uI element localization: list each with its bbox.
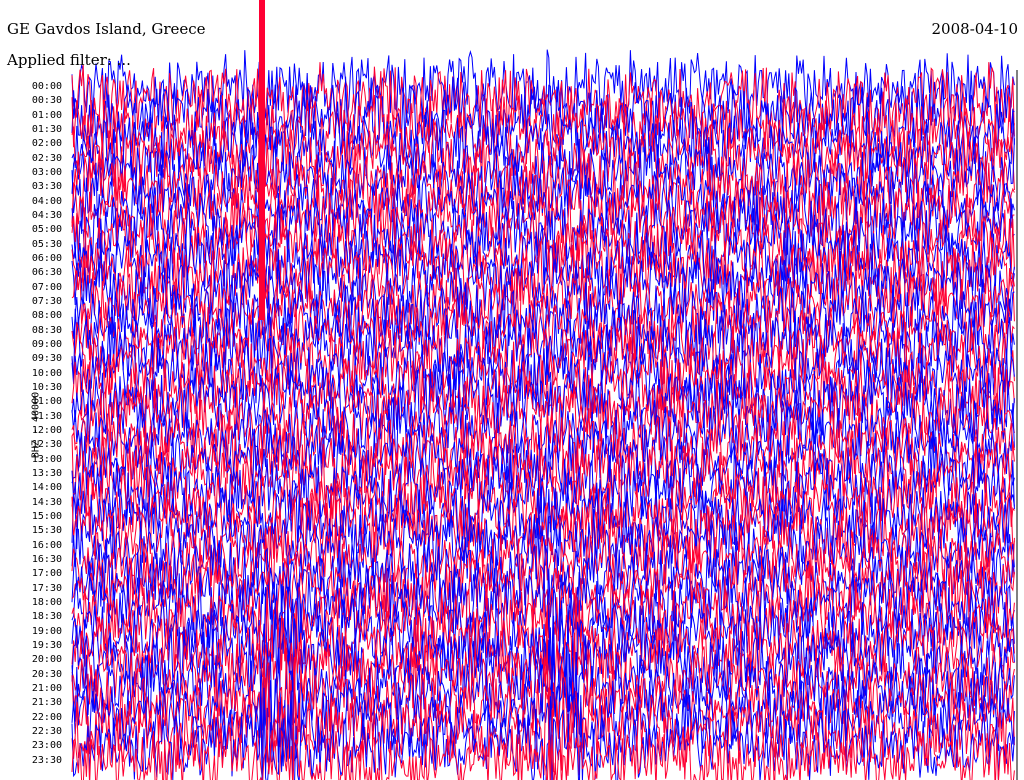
- y-tick-label: 11:00: [31, 396, 62, 408]
- y-tick-label: 22:00: [31, 711, 62, 723]
- y-tick-label: 02:30: [31, 152, 62, 164]
- y-tick-label: 18:00: [31, 596, 62, 608]
- helicorder-plot: [0, 0, 1024, 780]
- y-tick-label: 01:00: [31, 109, 62, 121]
- y-tick-label: 13:30: [31, 467, 62, 479]
- y-tick-label: 05:30: [31, 238, 62, 250]
- y-tick-label: 07:00: [31, 281, 62, 293]
- y-tick-label: 12:00: [31, 424, 62, 436]
- event-spike: [259, 0, 265, 320]
- y-tick-label: 22:30: [31, 725, 62, 737]
- y-tick-labels: 00:00 00:30 01:00 01:30 02:00 02:30 03:00 03:30…: [0, 0, 62, 780]
- y-tick-label: 16:30: [31, 553, 62, 565]
- y-tick-label: 03:30: [31, 181, 62, 193]
- y-tick-label: 02:00: [31, 138, 62, 150]
- y-tick-label: 20:00: [31, 654, 62, 666]
- y-tick-label: 23:30: [31, 754, 62, 766]
- plot-date: 2008-04-10: [931, 20, 1018, 38]
- y-tick-label: 09:00: [31, 338, 62, 350]
- y-tick-label: 07:30: [31, 295, 62, 307]
- y-tick-label: 08:00: [31, 310, 62, 322]
- y-tick-label: 06:30: [31, 267, 62, 279]
- y-tick-label: 01:30: [31, 123, 62, 135]
- y-tick-label: 14:00: [31, 482, 62, 494]
- y-tick-label: 23:00: [31, 740, 62, 752]
- y-tick-label: 15:30: [31, 525, 62, 537]
- y-tick-label: 10:00: [31, 367, 62, 379]
- y-tick-label: 04:00: [31, 195, 62, 207]
- y-tick-label: 16:00: [31, 539, 62, 551]
- y-tick-label: 13:00: [31, 453, 62, 465]
- trace-canvas: [71, 0, 1018, 780]
- y-tick-label: 18:30: [31, 611, 62, 623]
- y-tick-label: 19:30: [31, 639, 62, 651]
- y-tick-label: 15:00: [31, 510, 62, 522]
- y-tick-label: 11:30: [31, 410, 62, 422]
- y-tick-label: 05:00: [31, 224, 62, 236]
- y-tick-label: 06:00: [31, 252, 62, 264]
- y-tick-label: 12:30: [31, 439, 62, 451]
- y-tick-label: 03:00: [31, 166, 62, 178]
- y-tick-label: 08:30: [31, 324, 62, 336]
- y-tick-label: 14:30: [31, 496, 62, 508]
- y-tick-label: 04:30: [31, 209, 62, 221]
- y-tick-label: 21:00: [31, 682, 62, 694]
- y-tick-label: 00:00: [31, 81, 62, 92]
- y-tick-label: 10:30: [31, 381, 62, 393]
- y-tick-label: 00:30: [31, 95, 62, 107]
- y-tick-label: 17:00: [31, 568, 62, 580]
- y-tick-label: 09:30: [31, 353, 62, 365]
- y-tick-label: 17:30: [31, 582, 62, 594]
- y-tick-label: 19:00: [31, 625, 62, 637]
- y-tick-label: 21:30: [31, 697, 62, 709]
- y-tick-label: 20:30: [31, 668, 62, 680]
